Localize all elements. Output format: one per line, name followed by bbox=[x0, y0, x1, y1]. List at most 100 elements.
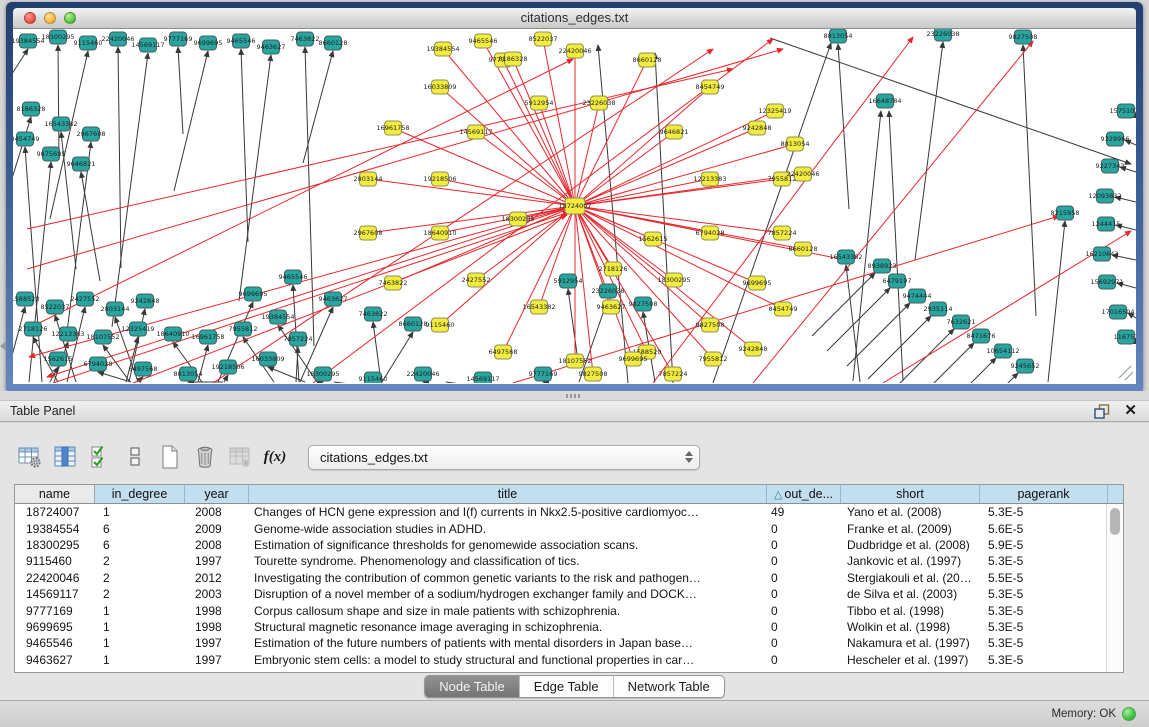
table-cell[interactable]: Disruption of a novel member of a sodium… bbox=[249, 587, 767, 601]
tab-node-table[interactable]: Node Table bbox=[425, 676, 519, 697]
table-cell[interactable]: 6 bbox=[95, 538, 185, 552]
table-scrollbar-thumb[interactable] bbox=[1110, 508, 1120, 535]
table-cell[interactable]: 2 bbox=[95, 554, 185, 568]
table-cell[interactable]: 5.3E-5 bbox=[980, 587, 1106, 601]
table-cell[interactable]: 0 bbox=[767, 653, 841, 667]
table-cell[interactable]: 2009 bbox=[185, 522, 249, 536]
column-header-short[interactable]: short bbox=[841, 485, 980, 503]
table-cell[interactable]: 0 bbox=[767, 554, 841, 568]
table-row[interactable]: 946554611997Estimation of the future num… bbox=[15, 635, 1106, 651]
table-cell[interactable]: Wolkin et al. (1998) bbox=[841, 620, 980, 634]
create-new-column-button[interactable] bbox=[154, 441, 186, 473]
table-row[interactable]: 977716911998Corpus callosum shape and si… bbox=[15, 602, 1106, 618]
table-select-dropdown[interactable]: citations_edges.txt bbox=[308, 445, 700, 470]
table-cell[interactable]: Investigating the contribution of common… bbox=[249, 571, 767, 585]
table-row[interactable]: 969969511998Structural magnetic resonanc… bbox=[15, 619, 1106, 635]
table-cell[interactable]: 22420046 bbox=[15, 571, 95, 585]
table-cell[interactable]: Franke et al. (2009) bbox=[841, 522, 980, 536]
table-cell[interactable]: 2 bbox=[95, 587, 185, 601]
table-cell[interactable]: 6 bbox=[95, 522, 185, 536]
table-cell[interactable]: Corpus callosum shape and size in male p… bbox=[249, 604, 767, 618]
select-columns-button[interactable] bbox=[84, 441, 116, 473]
table-cell[interactable]: 5.3E-5 bbox=[980, 554, 1106, 568]
row-options-button[interactable] bbox=[119, 441, 151, 473]
table-cell[interactable]: 1997 bbox=[185, 554, 249, 568]
table-cell[interactable]: de Silva et al. (2003) bbox=[841, 587, 980, 601]
table-cell[interactable]: 5.3E-5 bbox=[980, 505, 1106, 519]
table-cell[interactable]: Stergiakouli et al. (2012) bbox=[841, 571, 980, 585]
network-canvas[interactable]: 1938455418300295911546022420046145691179… bbox=[13, 29, 1136, 384]
zoom-window-button[interactable] bbox=[64, 12, 76, 24]
column-header-pagerank[interactable]: pagerank bbox=[980, 485, 1108, 503]
table-mode-button[interactable] bbox=[14, 441, 46, 473]
table-cell[interactable]: Embryonic stem cells: a model to study s… bbox=[249, 653, 767, 667]
column-header-name[interactable]: name bbox=[15, 485, 95, 503]
table-cell[interactable]: 1 bbox=[95, 620, 185, 634]
table-cell[interactable]: 2012 bbox=[185, 571, 249, 585]
hidden-panel-handle[interactable] bbox=[0, 341, 6, 351]
table-cell[interactable]: 49 bbox=[767, 505, 841, 519]
table-cell[interactable]: 18300295 bbox=[15, 538, 95, 552]
network-graph[interactable]: 1938455418300295911546022420046145691179… bbox=[13, 29, 1136, 383]
table-cell[interactable]: 1998 bbox=[185, 620, 249, 634]
table-cell[interactable]: 5.3E-5 bbox=[980, 604, 1106, 618]
function-builder-button[interactable]: f(x) bbox=[259, 441, 291, 473]
table-cell[interactable]: 1 bbox=[95, 636, 185, 650]
table-cell[interactable]: 0 bbox=[767, 538, 841, 552]
table-cell[interactable]: 1997 bbox=[185, 653, 249, 667]
table-cell[interactable]: Nakamura et al. (1997) bbox=[841, 636, 980, 650]
table-cell[interactable]: Hescheler et al. (1997) bbox=[841, 653, 980, 667]
table-row[interactable]: 2242004622012Investigating the contribut… bbox=[15, 570, 1106, 586]
table-cell[interactable]: Estimation of the future numbers of pati… bbox=[249, 636, 767, 650]
table-cell[interactable]: Jankovic et al. (1997) bbox=[841, 554, 980, 568]
float-panel-icon[interactable] bbox=[1094, 404, 1110, 419]
table-cell[interactable]: Changes of HCN gene expression and I(f) … bbox=[249, 505, 767, 519]
table-cell[interactable]: Dudbridge et al. (2008) bbox=[841, 538, 980, 552]
column-header-year[interactable]: year bbox=[185, 485, 249, 503]
table-cell[interactable]: Tourette syndrome. Phenomenology and cla… bbox=[249, 554, 767, 568]
table-cell[interactable]: 2003 bbox=[185, 587, 249, 601]
table-cell[interactable]: 9777169 bbox=[15, 604, 95, 618]
table-cell[interactable]: 2 bbox=[95, 571, 185, 585]
table-cell[interactable]: 0 bbox=[767, 571, 841, 585]
table-cell[interactable]: Estimation of significance thresholds fo… bbox=[249, 538, 767, 552]
table-cell[interactable]: 14569117 bbox=[15, 587, 95, 601]
table-cell[interactable]: 0 bbox=[767, 620, 841, 634]
table-row[interactable]: 1872400712008Changes of HCN gene express… bbox=[15, 504, 1106, 520]
table-cell[interactable]: Structural magnetic resonance image aver… bbox=[249, 620, 767, 634]
table-cell[interactable]: 5.9E-5 bbox=[980, 538, 1106, 552]
table-cell[interactable]: 5.3E-5 bbox=[980, 620, 1106, 634]
table-cell[interactable]: 1 bbox=[95, 604, 185, 618]
tab-edge-table[interactable]: Edge Table bbox=[519, 676, 613, 697]
table-cell[interactable]: Yano et al. (2008) bbox=[841, 505, 980, 519]
table-cell[interactable]: 1 bbox=[95, 653, 185, 667]
table-row[interactable]: 946362711997Embryonic stem cells: a mode… bbox=[15, 652, 1106, 668]
table-cell[interactable]: 2008 bbox=[185, 505, 249, 519]
table-cell[interactable]: 19384554 bbox=[15, 522, 95, 536]
table-cell[interactable]: Genome-wide association studies in ADHD. bbox=[249, 522, 767, 536]
minimize-window-button[interactable] bbox=[44, 12, 56, 24]
table-scrollbar[interactable] bbox=[1106, 504, 1123, 672]
table-cell[interactable]: 5.6E-5 bbox=[980, 522, 1106, 536]
table-cell[interactable]: 9465546 bbox=[15, 636, 95, 650]
table-cell[interactable]: 0 bbox=[767, 604, 841, 618]
table-row[interactable]: 1938455462009Genome-wide association stu… bbox=[15, 520, 1106, 536]
column-header-title[interactable]: title bbox=[249, 485, 767, 503]
table-cell[interactable]: 5.5E-5 bbox=[980, 571, 1106, 585]
tab-network-table[interactable]: Network Table bbox=[613, 676, 724, 697]
network-window-titlebar[interactable]: citations_edges.txt bbox=[13, 8, 1136, 29]
table-cell[interactable]: 1998 bbox=[185, 604, 249, 618]
table-row[interactable]: 1456911722003Disruption of a novel membe… bbox=[15, 586, 1106, 602]
table-row[interactable]: 1830029562008Estimation of significance … bbox=[15, 537, 1106, 553]
panel-divider[interactable] bbox=[0, 391, 1149, 400]
memory-ok-indicator-icon[interactable] bbox=[1122, 707, 1136, 721]
table-cell[interactable]: 9699695 bbox=[15, 620, 95, 634]
table-cell[interactable]: 9115460 bbox=[15, 554, 95, 568]
table-cell[interactable]: 18724007 bbox=[15, 505, 95, 519]
table-cell[interactable]: 0 bbox=[767, 636, 841, 650]
close-panel-icon[interactable]: ✕ bbox=[1124, 404, 1137, 418]
show-columns-button[interactable] bbox=[49, 441, 81, 473]
table-cell[interactable]: 9463627 bbox=[15, 653, 95, 667]
table-cell[interactable]: 0 bbox=[767, 522, 841, 536]
table-cell[interactable]: 0 bbox=[767, 587, 841, 601]
